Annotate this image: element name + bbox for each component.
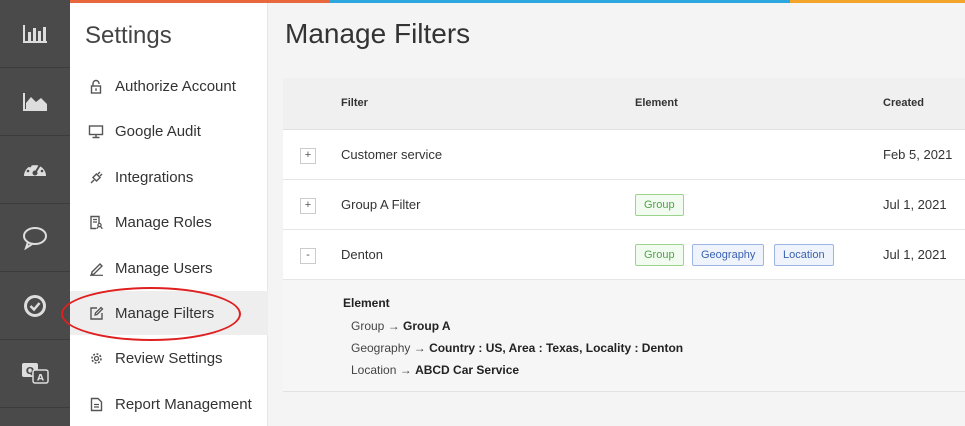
- table-row: - Denton Group Geography Location Jul 1,…: [283, 230, 965, 280]
- plug-icon: [88, 169, 104, 185]
- edit-square-icon: [88, 305, 104, 321]
- sidebar-item-label: Report Management: [115, 395, 252, 413]
- qa-icon: Q A: [22, 362, 49, 384]
- element-tag-location: Location: [774, 244, 834, 266]
- sidebar-item-manage-users[interactable]: Manage Users: [70, 246, 268, 290]
- sidebar-item-authorize-account[interactable]: Authorize Account: [70, 64, 268, 108]
- settings-sidebar: Settings Authorize Account Google Audit …: [70, 3, 268, 426]
- detail-line-group: Group → Group A: [351, 319, 451, 333]
- check-circle-icon: [24, 294, 46, 317]
- chat-bubble-icon: [23, 226, 47, 250]
- detail-title: Element: [343, 296, 390, 310]
- detail-key: Geography: [351, 341, 411, 355]
- detail-value: ABCD Car Service: [415, 363, 520, 377]
- table-header: Filter Element Created: [283, 78, 965, 130]
- rail-messages[interactable]: [0, 204, 70, 272]
- detail-value: Country : US, Area : Texas, Locality : D…: [429, 341, 684, 355]
- expanded-row-detail: Element Group → Group A Geography → Coun…: [283, 280, 965, 392]
- created-date: Feb 5, 2021: [883, 147, 953, 162]
- table-row: + Group A Filter Group Jul 1, 2021: [283, 180, 965, 230]
- column-header-created[interactable]: Created: [883, 97, 924, 109]
- sidebar-item-integrations[interactable]: Integrations: [70, 155, 268, 199]
- detail-value: Group A: [403, 319, 451, 333]
- sidebar-item-label: Authorize Account: [115, 77, 236, 95]
- report-icon: [88, 396, 104, 412]
- filter-name[interactable]: Denton: [341, 247, 383, 262]
- sidebar-title: Settings: [85, 22, 172, 49]
- column-header-element[interactable]: Element: [635, 97, 678, 109]
- document-user-icon: [88, 214, 104, 230]
- bar-chart-icon: [23, 24, 47, 43]
- sidebar-item-label: Manage Roles: [115, 213, 212, 231]
- filter-name[interactable]: Group A Filter: [341, 197, 420, 212]
- sidebar-item-label: Google Audit: [115, 122, 201, 140]
- sidebar-item-review-settings[interactable]: Review Settings: [70, 336, 268, 380]
- created-date: Jul 1, 2021: [883, 197, 947, 212]
- arrow-icon: →: [413, 341, 426, 355]
- area-chart-icon: [23, 92, 47, 111]
- lock-icon: [88, 78, 104, 94]
- rail-dashboard[interactable]: [0, 136, 70, 204]
- detail-key: Group: [351, 319, 385, 333]
- detail-line-location: Location → ABCD Car Service: [351, 363, 519, 377]
- svg-text:A: A: [37, 373, 44, 383]
- detail-key: Location: [351, 363, 397, 377]
- gear-icon: [88, 350, 104, 366]
- sidebar-item-label: Manage Users: [115, 259, 213, 277]
- icon-rail: Q A: [0, 0, 70, 426]
- detail-line-geography: Geography → Country : US, Area : Texas, …: [351, 341, 683, 355]
- rail-tasks[interactable]: [0, 272, 70, 340]
- monitor-icon: [88, 123, 104, 139]
- sidebar-item-google-audit[interactable]: Google Audit: [70, 109, 268, 153]
- pencil-icon: [88, 260, 104, 276]
- collapse-button[interactable]: -: [300, 248, 316, 264]
- dashboard-gauge-icon: [24, 162, 46, 176]
- rail-reports[interactable]: [0, 0, 70, 68]
- element-tag-group: Group: [635, 194, 684, 216]
- expand-button[interactable]: +: [300, 148, 316, 164]
- filter-name[interactable]: Customer service: [341, 147, 442, 162]
- rail-qa[interactable]: Q A: [0, 340, 70, 408]
- element-tag-group: Group: [635, 244, 684, 266]
- sidebar-item-report-management[interactable]: Report Management: [70, 382, 268, 426]
- expand-button[interactable]: +: [300, 198, 316, 214]
- arrow-icon: →: [399, 363, 412, 377]
- filters-table: Filter Element Created + Customer servic…: [283, 78, 965, 392]
- arrow-icon: →: [387, 319, 400, 333]
- sidebar-item-manage-roles[interactable]: Manage Roles: [70, 200, 268, 244]
- column-header-filter[interactable]: Filter: [341, 97, 368, 109]
- sidebar-item-label: Review Settings: [115, 349, 223, 367]
- sidebar-item-label: Integrations: [115, 168, 194, 186]
- created-date: Jul 1, 2021: [883, 247, 947, 262]
- rail-analytics[interactable]: [0, 68, 70, 136]
- element-tag-geography: Geography: [692, 244, 765, 266]
- sidebar-item-manage-filters[interactable]: Manage Filters: [70, 291, 268, 335]
- sidebar-item-label: Manage Filters: [115, 304, 215, 322]
- page-title: Manage Filters: [285, 18, 471, 49]
- table-row: + Customer service Feb 5, 2021: [283, 130, 965, 180]
